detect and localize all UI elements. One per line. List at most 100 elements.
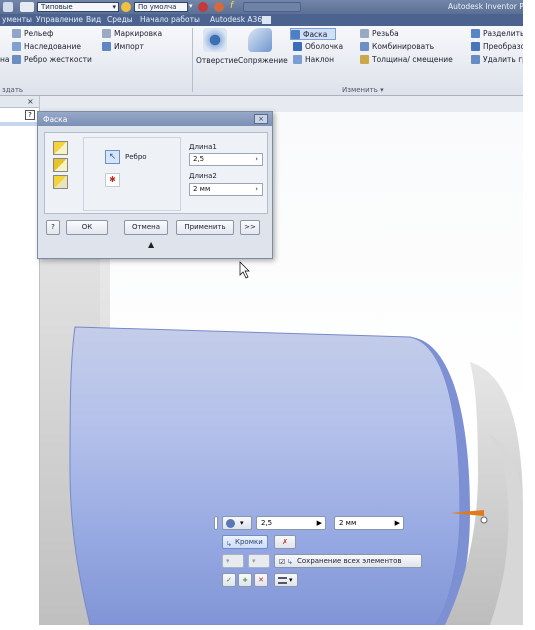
apply-button[interactable]: Применить [176,220,234,235]
mini-edges-button[interactable]: ↳ Кромки [222,535,268,549]
mark-button[interactable]: Маркировка [102,28,162,40]
mini-edge-select-button[interactable]: ▾ [222,516,252,530]
draft-label: Наклон [305,55,335,64]
select-icon: ↳ [287,558,293,566]
rib-button[interactable]: Ребро жесткости [12,54,92,66]
color-icon[interactable] [198,2,208,12]
expand-arrow-icon[interactable]: ▲ [148,240,154,249]
mouse-cursor-icon [239,261,250,279]
draft-button[interactable]: Наклон [293,54,334,66]
arrow-right-icon[interactable]: ▶ [317,517,322,529]
chamfer-button[interactable]: Фаска [290,28,336,40]
dialog-title: Фаска [43,115,68,124]
tab-environments[interactable]: Среды [107,15,133,24]
arrow-right-icon[interactable]: ▶ [395,517,400,529]
mini-reset-button[interactable]: ✗ [274,535,296,549]
hole-button[interactable]: Отверстие [196,28,238,65]
checkbox-icon[interactable]: ☑ [279,556,285,568]
arrow-right-icon[interactable]: › [255,184,258,195]
mini-length2-field[interactable]: 2 мм ▶ [334,516,404,530]
length2-label: Длина2 [189,172,217,180]
group-modify-label[interactable]: Изменить ▾ [342,86,384,94]
mini-length1-field[interactable]: 2,5 ▶ [256,516,326,530]
cancel-button[interactable]: Отмена [124,220,168,235]
split-icon [471,29,480,38]
tab-get-started[interactable]: Начало работы [140,15,200,24]
material-dropdown[interactable]: По умолча [134,2,188,12]
function-icon[interactable]: f [230,2,240,12]
shell-button[interactable]: Оболочка [293,41,343,53]
thread-icon [360,29,369,38]
length1-label: Длина1 [189,143,217,151]
import-icon [102,42,111,51]
mini-length2-value: 2 мм [339,519,357,527]
thicken-button[interactable]: Толщина/ смещение [360,54,453,66]
split-button[interactable]: Разделить [471,28,523,40]
help-button[interactable]: ? [46,220,60,235]
plus-icon: + [242,576,248,584]
tab-manage[interactable]: Управление [36,15,83,24]
rib-label: Ребро жесткости [24,55,92,64]
chamfer-distance-angle-icon[interactable] [53,158,68,172]
length2-input[interactable]: 2 мм › [189,183,263,196]
tab-tools[interactable]: ументы [2,15,32,24]
derive-button[interactable]: Наследование [12,41,81,53]
window-title: Autodesk Inventor P [448,2,523,11]
drag-handle [480,516,488,524]
emboss-button[interactable]: Рельеф [12,28,53,40]
combine-button[interactable]: Комбинировать [360,41,434,53]
thicken-icon [360,55,369,64]
chevron-down-icon: ▾ [240,519,244,527]
browser-help-icon[interactable]: ? [25,110,35,120]
mini-ok-button[interactable]: ✓ [222,573,236,587]
mini-keep-all-option[interactable]: ☑ ↳ Сохранение всех элементов [274,554,422,568]
browser-close-icon[interactable]: × [27,97,34,106]
browser-selected-row[interactable] [0,122,39,126]
mini-toolbar-grip[interactable] [214,516,218,530]
group-create-label[interactable]: здать [2,86,23,94]
split-label: Разделить [483,29,523,38]
material-dropdown-value: По умолча [138,3,177,11]
direct-edit-button[interactable]: Преобразов [471,41,523,53]
edge-select-icon[interactable]: ↖ [105,150,120,164]
tab-extra-icon[interactable] [262,16,271,24]
hole-icon [203,28,227,52]
mini-setback-button[interactable]: ▾ [248,554,270,568]
delete-face-button[interactable]: Удалить гран [471,54,523,66]
mini-apply-button[interactable]: + [238,573,252,587]
tab-view[interactable]: Вид [86,15,101,24]
edge-chain-icon[interactable]: ✱ [105,173,120,187]
import-button[interactable]: Импорт [102,41,144,53]
length2-value: 2 мм [193,185,211,193]
quick-access-more-icon[interactable] [243,2,301,12]
shell-icon [293,42,302,51]
arrow-right-icon[interactable]: › [255,154,258,165]
no-selection-icon: ✗ [282,538,288,546]
chamfer-distance-icon[interactable] [53,141,68,155]
appearance-dropdown[interactable]: Типовые ▾ [37,2,119,12]
ok-button[interactable]: ОК [66,220,108,235]
app-menu-icon[interactable] [20,2,34,12]
more-button[interactable]: >> [240,220,260,235]
gear-icon[interactable] [214,2,224,12]
dialog-titlebar[interactable]: Фаска × [38,112,272,126]
chamfer-icon [291,30,300,39]
shell-label: Оболочка [305,42,344,51]
mini-cancel-button[interactable]: ✕ [254,573,268,587]
ribbon-separator [192,28,193,92]
thicken-label: Толщина/ смещение [372,55,453,64]
length1-input[interactable]: 2,5 › [189,153,263,166]
thread-button[interactable]: Резьба [360,28,399,40]
mini-options-button[interactable]: ▾ [274,573,298,587]
close-icon[interactable]: × [254,114,268,124]
ribbon-tabs: ументы Управление Вид Среды Начало работ… [0,14,523,26]
delete-face-icon [471,55,480,64]
material-icon[interactable] [121,2,131,12]
mini-face-button[interactable]: ▾ [222,554,244,568]
app-icon[interactable] [3,2,13,12]
delete-face-label: Удалить гран [483,55,523,64]
chevron-down-icon[interactable]: ▾ [189,2,195,12]
fillet-button[interactable]: Сопряжение [238,28,288,65]
tab-a360[interactable]: Autodesk A360 [210,15,267,24]
chamfer-two-distances-icon[interactable] [53,175,68,189]
